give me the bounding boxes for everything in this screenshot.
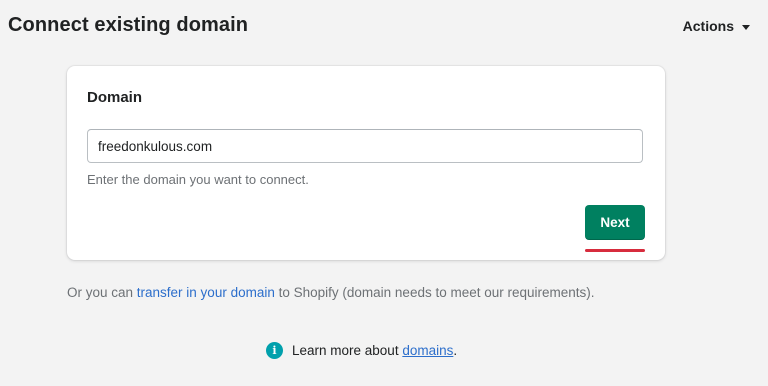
learn-more-text: Learn more about domains. xyxy=(292,343,457,358)
learn-more-footer: i Learn more about domains. xyxy=(266,342,457,359)
actions-menu-button[interactable]: Actions xyxy=(683,18,750,34)
learn-more-suffix: . xyxy=(453,343,458,358)
transfer-text: Or you can transfer in your domain to Sh… xyxy=(67,285,595,300)
transfer-suffix: to Shopify (domain needs to meet our req… xyxy=(274,285,595,300)
page-title: Connect existing domain xyxy=(8,14,249,36)
transfer-prefix: Or you can xyxy=(67,285,137,300)
caret-down-icon xyxy=(742,24,750,30)
learn-more-prefix: Learn more about xyxy=(292,343,403,358)
domains-link[interactable]: domains xyxy=(402,343,453,358)
card-heading: Domain xyxy=(87,89,143,106)
info-icon: i xyxy=(266,342,283,359)
domain-card: Domain Enter the domain you want to conn… xyxy=(67,66,665,260)
domain-help-text: Enter the domain you want to connect. xyxy=(87,172,309,187)
domain-input[interactable] xyxy=(87,129,643,163)
annotation-underline xyxy=(585,249,645,252)
actions-label: Actions xyxy=(682,18,734,34)
transfer-domain-link[interactable]: transfer in your domain xyxy=(137,285,275,300)
next-button[interactable]: Next xyxy=(585,205,645,240)
